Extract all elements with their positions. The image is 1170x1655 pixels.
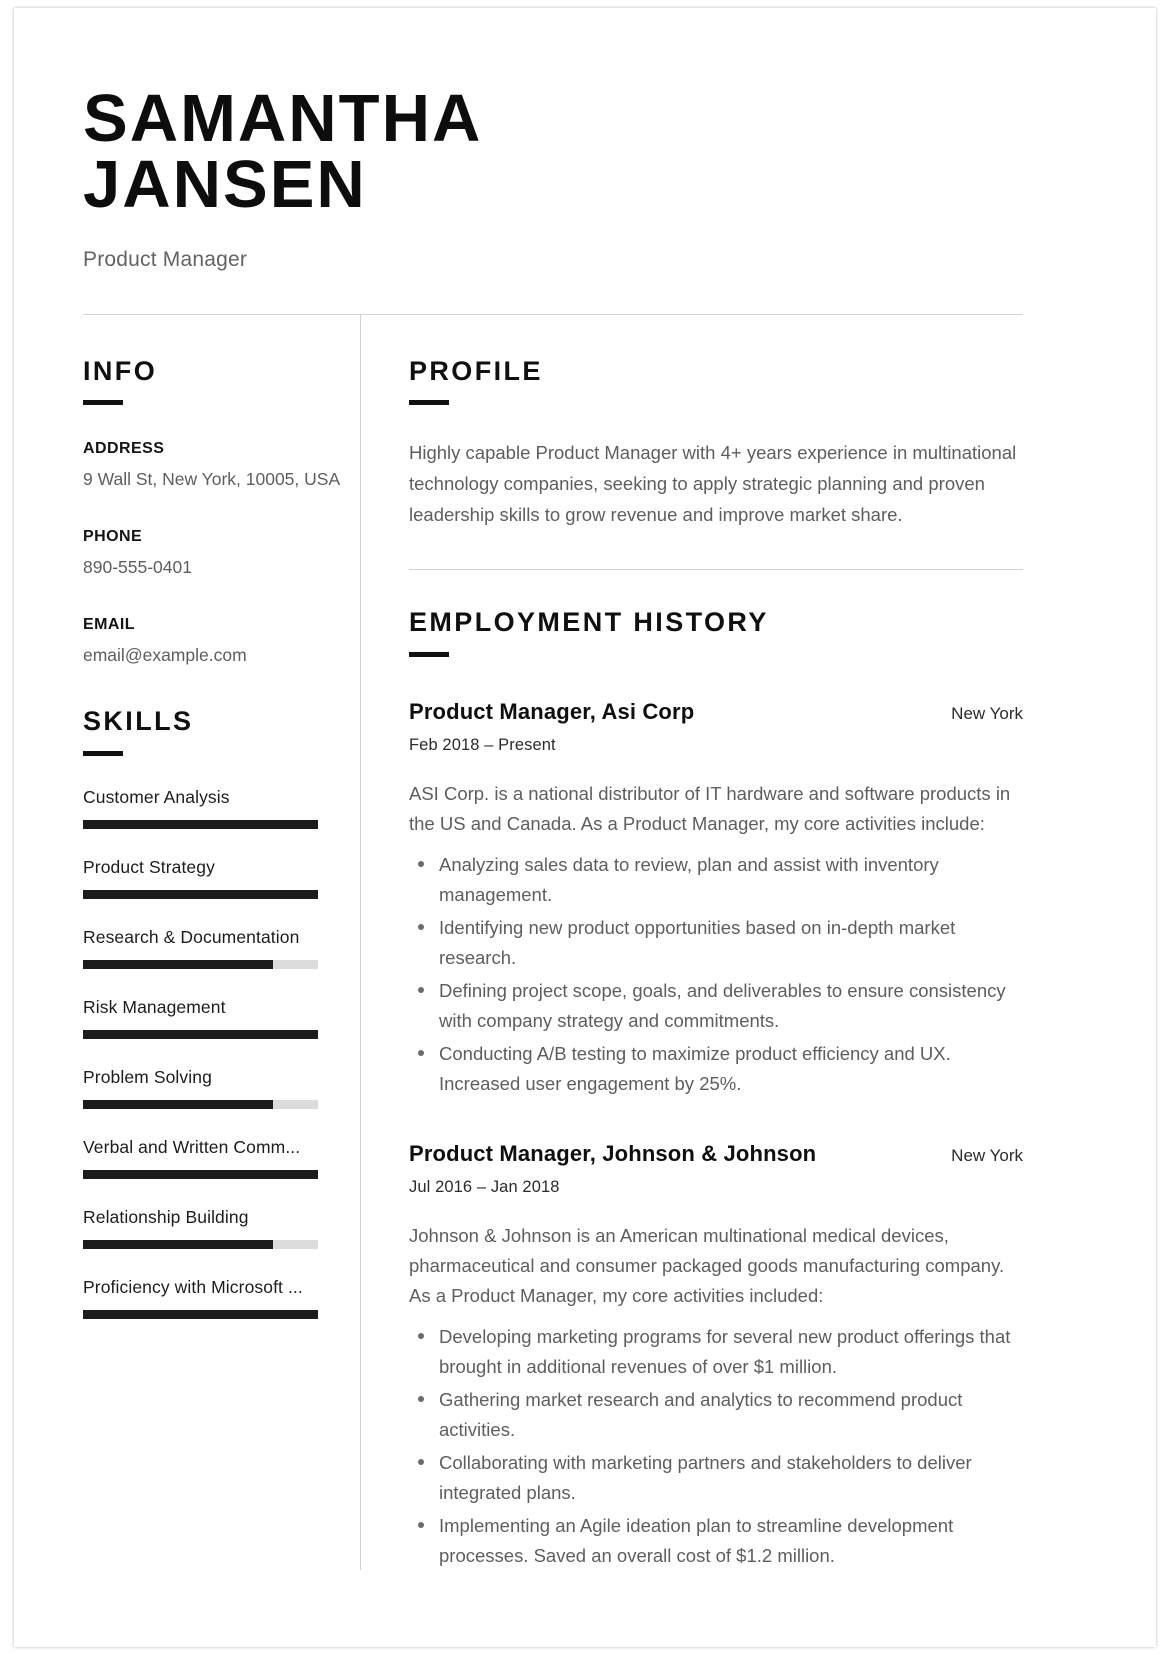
job-bullet-item: Gathering market research and analytics … <box>418 1385 1023 1445</box>
resume-page: SAMANTHA JANSEN Product Manager INFO ADD… <box>0 0 1170 1655</box>
info-label: PHONE <box>83 527 143 545</box>
skill-item: Relationship Building <box>83 1207 342 1249</box>
skill-label: Proficiency with Microsoft ... <box>83 1276 303 1297</box>
job-bullet-item: Conducting A/B testing to maximize produ… <box>418 1039 1023 1099</box>
profile-section-title: PROFILE <box>409 355 543 386</box>
profile-text: Highly capable Product Manager with 4+ y… <box>409 442 1017 525</box>
skill-level-fill <box>83 1169 318 1179</box>
skills-title-underline <box>83 750 123 756</box>
skill-level-fill <box>83 1029 318 1039</box>
info-section: INFO ADDRESS 9 Wall St, New York, 10005,… <box>83 355 342 669</box>
skills-section: SKILLS Customer Analysis Product Strategy… <box>83 706 342 1319</box>
skill-item: Proficiency with Microsoft ... <box>83 1277 342 1319</box>
job-location: New York <box>951 1145 1023 1165</box>
job-bullet-item: Analyzing sales data to review, plan and… <box>418 850 1023 910</box>
skill-level-fill <box>83 1239 274 1249</box>
job-bullet-item: Identifying new product opportunities ba… <box>418 913 1023 973</box>
skill-level-fill <box>83 819 318 829</box>
skill-label: Relationship Building <box>83 1206 249 1227</box>
skill-level-fill <box>83 959 274 969</box>
candidate-last-name: JANSEN <box>83 147 367 223</box>
skill-item: Research & Documentation <box>83 927 342 969</box>
candidate-name: SAMANTHA JANSEN <box>83 81 1023 223</box>
skill-item: Customer Analysis <box>83 787 342 829</box>
skill-level-fill <box>83 1099 274 1109</box>
resume-header: SAMANTHA JANSEN Product Manager <box>83 81 1023 272</box>
info-label: EMAIL <box>83 615 136 633</box>
job-description: ASI Corp. is a national distributor of I… <box>409 783 1011 835</box>
job-dates: Jul 2016 – Jan 2018 <box>409 1177 560 1196</box>
skill-item: Risk Management <box>83 997 342 1039</box>
job-description: Johnson & Johnson is an American multina… <box>409 1224 1005 1306</box>
skill-label: Risk Management <box>83 996 226 1017</box>
skill-level-fill <box>83 1309 318 1319</box>
skill-level-fill <box>83 889 318 899</box>
job-bullet-item: Collaborating with marketing partners an… <box>418 1448 1023 1508</box>
employment-entry-header: Product Manager, Asi Corp New York <box>409 699 1023 725</box>
info-field-email: EMAIL email@example.com <box>83 616 342 669</box>
job-role-title: Product Manager, Asi Corp <box>409 699 695 725</box>
employment-title-underline <box>409 652 449 658</box>
info-field-phone: PHONE 890-555-0401 <box>83 528 342 581</box>
skill-level-bar <box>83 1029 318 1039</box>
employment-entry: Product Manager, Johnson & Johnson New Yo… <box>409 1141 1023 1571</box>
main-column: PROFILE Highly capable Product Manager w… <box>361 315 1023 1571</box>
profile-divider <box>409 569 1023 571</box>
job-bullet-list: Developing marketing programs for severa… <box>409 1322 1023 1571</box>
job-dates: Feb 2018 – Present <box>409 736 556 755</box>
skill-level-bar <box>83 1099 318 1109</box>
skill-level-bar <box>83 1239 318 1249</box>
info-field-address: ADDRESS 9 Wall St, New York, 10005, USA <box>83 440 342 493</box>
candidate-first-name: SAMANTHA <box>83 81 483 156</box>
sidebar-column: INFO ADDRESS 9 Wall St, New York, 10005,… <box>83 315 360 1571</box>
skill-label: Verbal and Written Comm... <box>83 1136 301 1157</box>
skill-level-bar <box>83 1309 318 1319</box>
skill-item: Product Strategy <box>83 857 342 899</box>
employment-entry-header: Product Manager, Johnson & Johnson New Yo… <box>409 1141 1023 1167</box>
info-value: email@example.com <box>83 644 247 665</box>
resume-sheet: SAMANTHA JANSEN Product Manager INFO ADD… <box>14 8 1156 1647</box>
job-bullet-item: Defining project scope, goals, and deliv… <box>418 976 1023 1036</box>
info-title-underline <box>83 400 123 406</box>
skill-label: Research & Documentation <box>83 926 300 947</box>
skill-level-bar <box>83 959 318 969</box>
job-bullet-item: Developing marketing programs for severa… <box>418 1322 1023 1382</box>
job-role-title: Product Manager, Johnson & Johnson <box>409 1140 817 1166</box>
candidate-job-title: Product Manager <box>83 247 248 271</box>
info-value: 9 Wall St, New York, 10005, USA <box>83 469 341 490</box>
employment-section: EMPLOYMENT HISTORY Product Manager, Asi … <box>409 608 1023 1570</box>
employment-list: Product Manager, Asi Corp New York Feb 201… <box>409 699 1023 1570</box>
resume-columns: INFO ADDRESS 9 Wall St, New York, 10005,… <box>83 314 1023 1571</box>
profile-section: PROFILE Highly capable Product Manager w… <box>409 355 1023 531</box>
info-value: 890-555-0401 <box>83 556 192 577</box>
skill-level-bar <box>83 889 318 899</box>
profile-title-underline <box>409 400 449 406</box>
skills-list: Customer Analysis Product Strategy Researc… <box>83 787 342 1319</box>
job-bullet-list: Analyzing sales data to review, plan and… <box>409 850 1023 1099</box>
info-label: ADDRESS <box>83 440 165 458</box>
resume-content: SAMANTHA JANSEN Product Manager INFO ADD… <box>83 81 1023 1571</box>
skills-section-title: SKILLS <box>83 706 194 737</box>
job-bullet-item: Implementing an Agile ideation plan to s… <box>418 1511 1023 1571</box>
skill-item: Problem Solving <box>83 1067 342 1109</box>
skill-level-bar <box>83 819 318 829</box>
skill-item: Verbal and Written Comm... <box>83 1137 342 1179</box>
skill-label: Customer Analysis <box>83 786 230 807</box>
info-section-title: INFO <box>83 355 158 386</box>
employment-entry: Product Manager, Asi Corp New York Feb 201… <box>409 699 1023 1099</box>
skill-level-bar <box>83 1169 318 1179</box>
job-location: New York <box>951 704 1023 724</box>
skill-label: Product Strategy <box>83 856 215 877</box>
employment-section-title: EMPLOYMENT HISTORY <box>409 607 769 638</box>
skill-label: Problem Solving <box>83 1066 212 1087</box>
